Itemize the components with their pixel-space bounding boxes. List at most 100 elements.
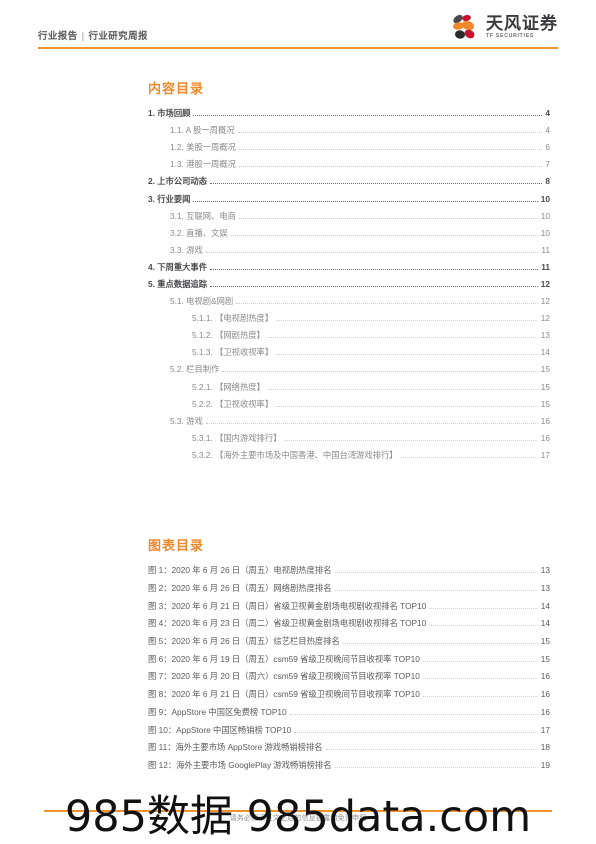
contents-entry-page: 10 [540,227,550,238]
contents-entry-label: 5.1.3. 【卫视收视率】 [192,347,274,358]
contents-entry-page: 4 [545,108,550,119]
logo-text: 天风证券 TF SECURITIES [486,15,558,39]
contents-toc-title: 内容目录 [148,81,205,96]
figure-toc-entry[interactable]: 图 6：2020 年 6 月 19 日（周五）csm59 省级卫视晚间节目收视率… [148,650,550,668]
leader-dots [429,624,538,627]
figure-entry-label: 图 11：海外主要市场 AppStore 游戏畅销榜排名 [148,742,323,753]
figure-toc-entry[interactable]: 图 4：2020 年 6 月 23 日（周二）省级卫视黄金剧场电视剧收视排名 T… [148,615,550,633]
leader-dots [222,370,538,373]
contents-entry-page: 14 [540,347,550,358]
figure-entry-label: 图 4：2020 年 6 月 23 日（周二）省级卫视黄金剧场电视剧收视排名 T… [148,618,427,629]
contents-entry-page: 10 [540,193,550,204]
contents-toc-entry[interactable]: 5.3.1. 【国内游戏排行】 16 [192,430,550,447]
leader-dots [422,677,538,680]
figures-toc-title: 图表目录 [148,538,205,553]
figure-toc-entry[interactable]: 图 2：2020 年 6 月 26 日（周五）网络剧热度排名 13 [148,580,550,598]
figure-toc-entry[interactable]: 图 9：AppStore 中国区免费榜 TOP10 16 [148,704,550,722]
contents-entry-page: 16 [540,415,550,426]
figure-entry-label: 图 9：AppStore 中国区免费榜 TOP10 [148,706,287,717]
figures-toc-list: 图 1：2020 年 6 月 26 日（周五）电视剧热度排名 13 图 2：2020… [148,562,550,774]
contents-entry-page: 12 [540,313,550,324]
leader-dots [422,660,538,662]
figure-entry-page: 13 [540,565,550,576]
figure-entry-page: 14 [540,600,550,611]
figure-toc-entry[interactable]: 图 11：海外主要市场 AppStore 游戏畅销榜排名 18 [148,739,550,757]
figure-entry-label: 图 3：2020 年 6 月 21 日（周日）省级卫视黄金剧场电视剧收视排名 T… [148,600,427,611]
contents-toc-entry[interactable]: 5. 重点数据追踪 12 [148,276,550,293]
contents-entry-label: 5.3.2. 【海外主要市场及中国香港、中国台湾游戏排行】 [192,449,398,460]
contents-toc-entry[interactable]: 3. 行业要闻 10 [148,190,550,207]
figure-toc-entry[interactable]: 图 5：2020 年 6 月 26 日（周五）综艺栏目热度排名 15 [148,633,550,651]
figure-toc-entry[interactable]: 图 7：2020 年 6 月 20 日（周六）csm59 省级卫视晚间节目收视率… [148,668,550,686]
contents-toc-entry[interactable]: 3.1. 互联网、电商 10 [170,208,550,225]
footer-divider [44,810,552,812]
contents-entry-page: 15 [540,364,550,375]
contents-entry-label: 1. 市场回顾 [148,108,191,119]
contents-entry-label: 5.2. 栏目制作 [170,364,220,375]
contents-entry-page: 15 [540,381,550,392]
contents-entry-label: 3.1. 互联网、电商 [170,210,236,221]
contents-toc-entry[interactable]: 4. 下周重大事件 11 [148,259,550,276]
contents-toc-entry[interactable]: 5.1. 电视剧&网剧 12 [170,293,550,310]
contents-toc-entry[interactable]: 3.3. 游戏 11 [170,242,550,259]
contents-toc-entry[interactable]: 1.1. A 股一周概况 4 [170,122,550,139]
figure-entry-page: 16 [540,671,550,682]
contents-entry-label: 5.1. 电视剧&网剧 [170,296,234,307]
leader-dots [276,405,538,407]
leader-dots [238,148,543,151]
figure-toc-entry[interactable]: 图 10：AppStore 中国区畅销榜 TOP10 17 [148,721,550,739]
contents-toc-entry[interactable]: 5.2. 栏目制作 15 [170,361,550,378]
contents-toc-entry[interactable]: 3.2. 直播、文娱 10 [170,225,550,242]
contents-toc-entry[interactable]: 2. 上市公司动态 8 [148,173,550,190]
breadcrumb-primary: 行业报告 [38,31,78,42]
leader-dots [400,456,538,458]
contents-toc-entry[interactable]: 5.1.1. 【电视剧热度】 12 [192,310,550,327]
leader-dots [422,695,538,698]
contents-toc-entry[interactable]: 5.3.2. 【海外主要市场及中国香港、中国台湾游戏排行】 17 [192,447,550,464]
leader-dots [342,642,538,645]
leader-dots [267,388,538,390]
figure-toc-entry[interactable]: 图 3：2020 年 6 月 21 日（周日）省级卫视黄金剧场电视剧收视排名 T… [148,597,550,615]
contents-entry-label: 5.1.2. 【网剧热度】 [192,330,265,341]
figure-entry-label: 图 8：2020 年 6 月 21 日（周日）csm59 省级卫视晚间节目收视率… [148,689,420,700]
contents-entry-label: 5.1.1. 【电视剧热度】 [192,313,274,324]
contents-toc-list: 1. 市场回顾 4 1.1. A 股一周概况 4 1.2. 美股一周概况 6 1.3. 港股… [148,105,550,464]
contents-entry-label: 3.2. 直播、文娱 [170,227,228,238]
leader-dots [230,234,538,236]
leader-dots [334,571,538,574]
contents-toc-entry[interactable]: 5.2.2. 【卫视收视率】 15 [192,396,550,413]
logo-name-en: TF SECURITIES [486,32,535,39]
contents-toc-entry[interactable]: 5.1.2. 【网剧热度】 13 [192,327,550,344]
figure-entry-page: 19 [540,759,550,770]
contents-entry-label: 1.3. 港股一周概况 [170,159,236,170]
figure-entry-page: 16 [540,706,550,717]
contents-toc-entry[interactable]: 1. 市场回顾 4 [148,105,550,122]
contents-entry-page: 7 [545,159,550,170]
contents-toc-entry[interactable]: 1.3. 港股一周概况 7 [170,156,550,173]
leader-dots [334,589,538,592]
contents-toc-entry[interactable]: 5.1.3. 【卫视收视率】 14 [192,344,550,361]
figure-entry-page: 17 [540,724,550,735]
figure-entry-label: 图 7：2020 年 6 月 20 日（周六）csm59 省级卫视晚间节目收视率… [148,671,420,682]
breadcrumb: 行业报告 | 行业研究周报 [38,28,148,42]
figure-entry-label: 图 2：2020 年 6 月 26 日（周五）网络剧热度排名 [148,583,332,594]
contents-entry-label: 5. 重点数据追踪 [148,278,208,289]
contents-toc-entry[interactable]: 5.3. 游戏 16 [170,413,550,430]
header-divider [38,47,558,49]
contents-entry-page: 12 [540,278,550,289]
contents-toc-entry[interactable]: 1.2. 美股一周概况 6 [170,139,550,156]
figure-entry-page: 16 [540,689,550,700]
figure-toc-entry[interactable]: 图 12：海外主要市场 GooglePlay 游戏畅销榜排名 19 [148,757,550,775]
contents-entry-page: 11 [541,261,550,272]
figure-toc-entry[interactable]: 图 8：2020 年 6 月 21 日（周日）csm59 省级卫视晚间节目收视率… [148,686,550,704]
figure-entry-label: 图 1：2020 年 6 月 26 日（周五）电视剧热度排名 [148,565,332,576]
contents-toc-entry[interactable]: 5.2.1. 【网络热度】 15 [192,379,550,396]
contents-entry-page: 4 [545,125,550,136]
contents-entry-page: 8 [545,176,550,187]
figure-toc-entry[interactable]: 图 1：2020 年 6 月 26 日（周五）电视剧热度排名 13 [148,562,550,580]
leader-dots [267,336,538,339]
leader-dots [429,607,538,609]
leader-dots [325,748,538,751]
company-logo: 天风证券 TF SECURITIES [449,10,558,44]
footer-disclaimer: 请务必阅读正文之后的信息披露和免责申明 [229,815,367,822]
